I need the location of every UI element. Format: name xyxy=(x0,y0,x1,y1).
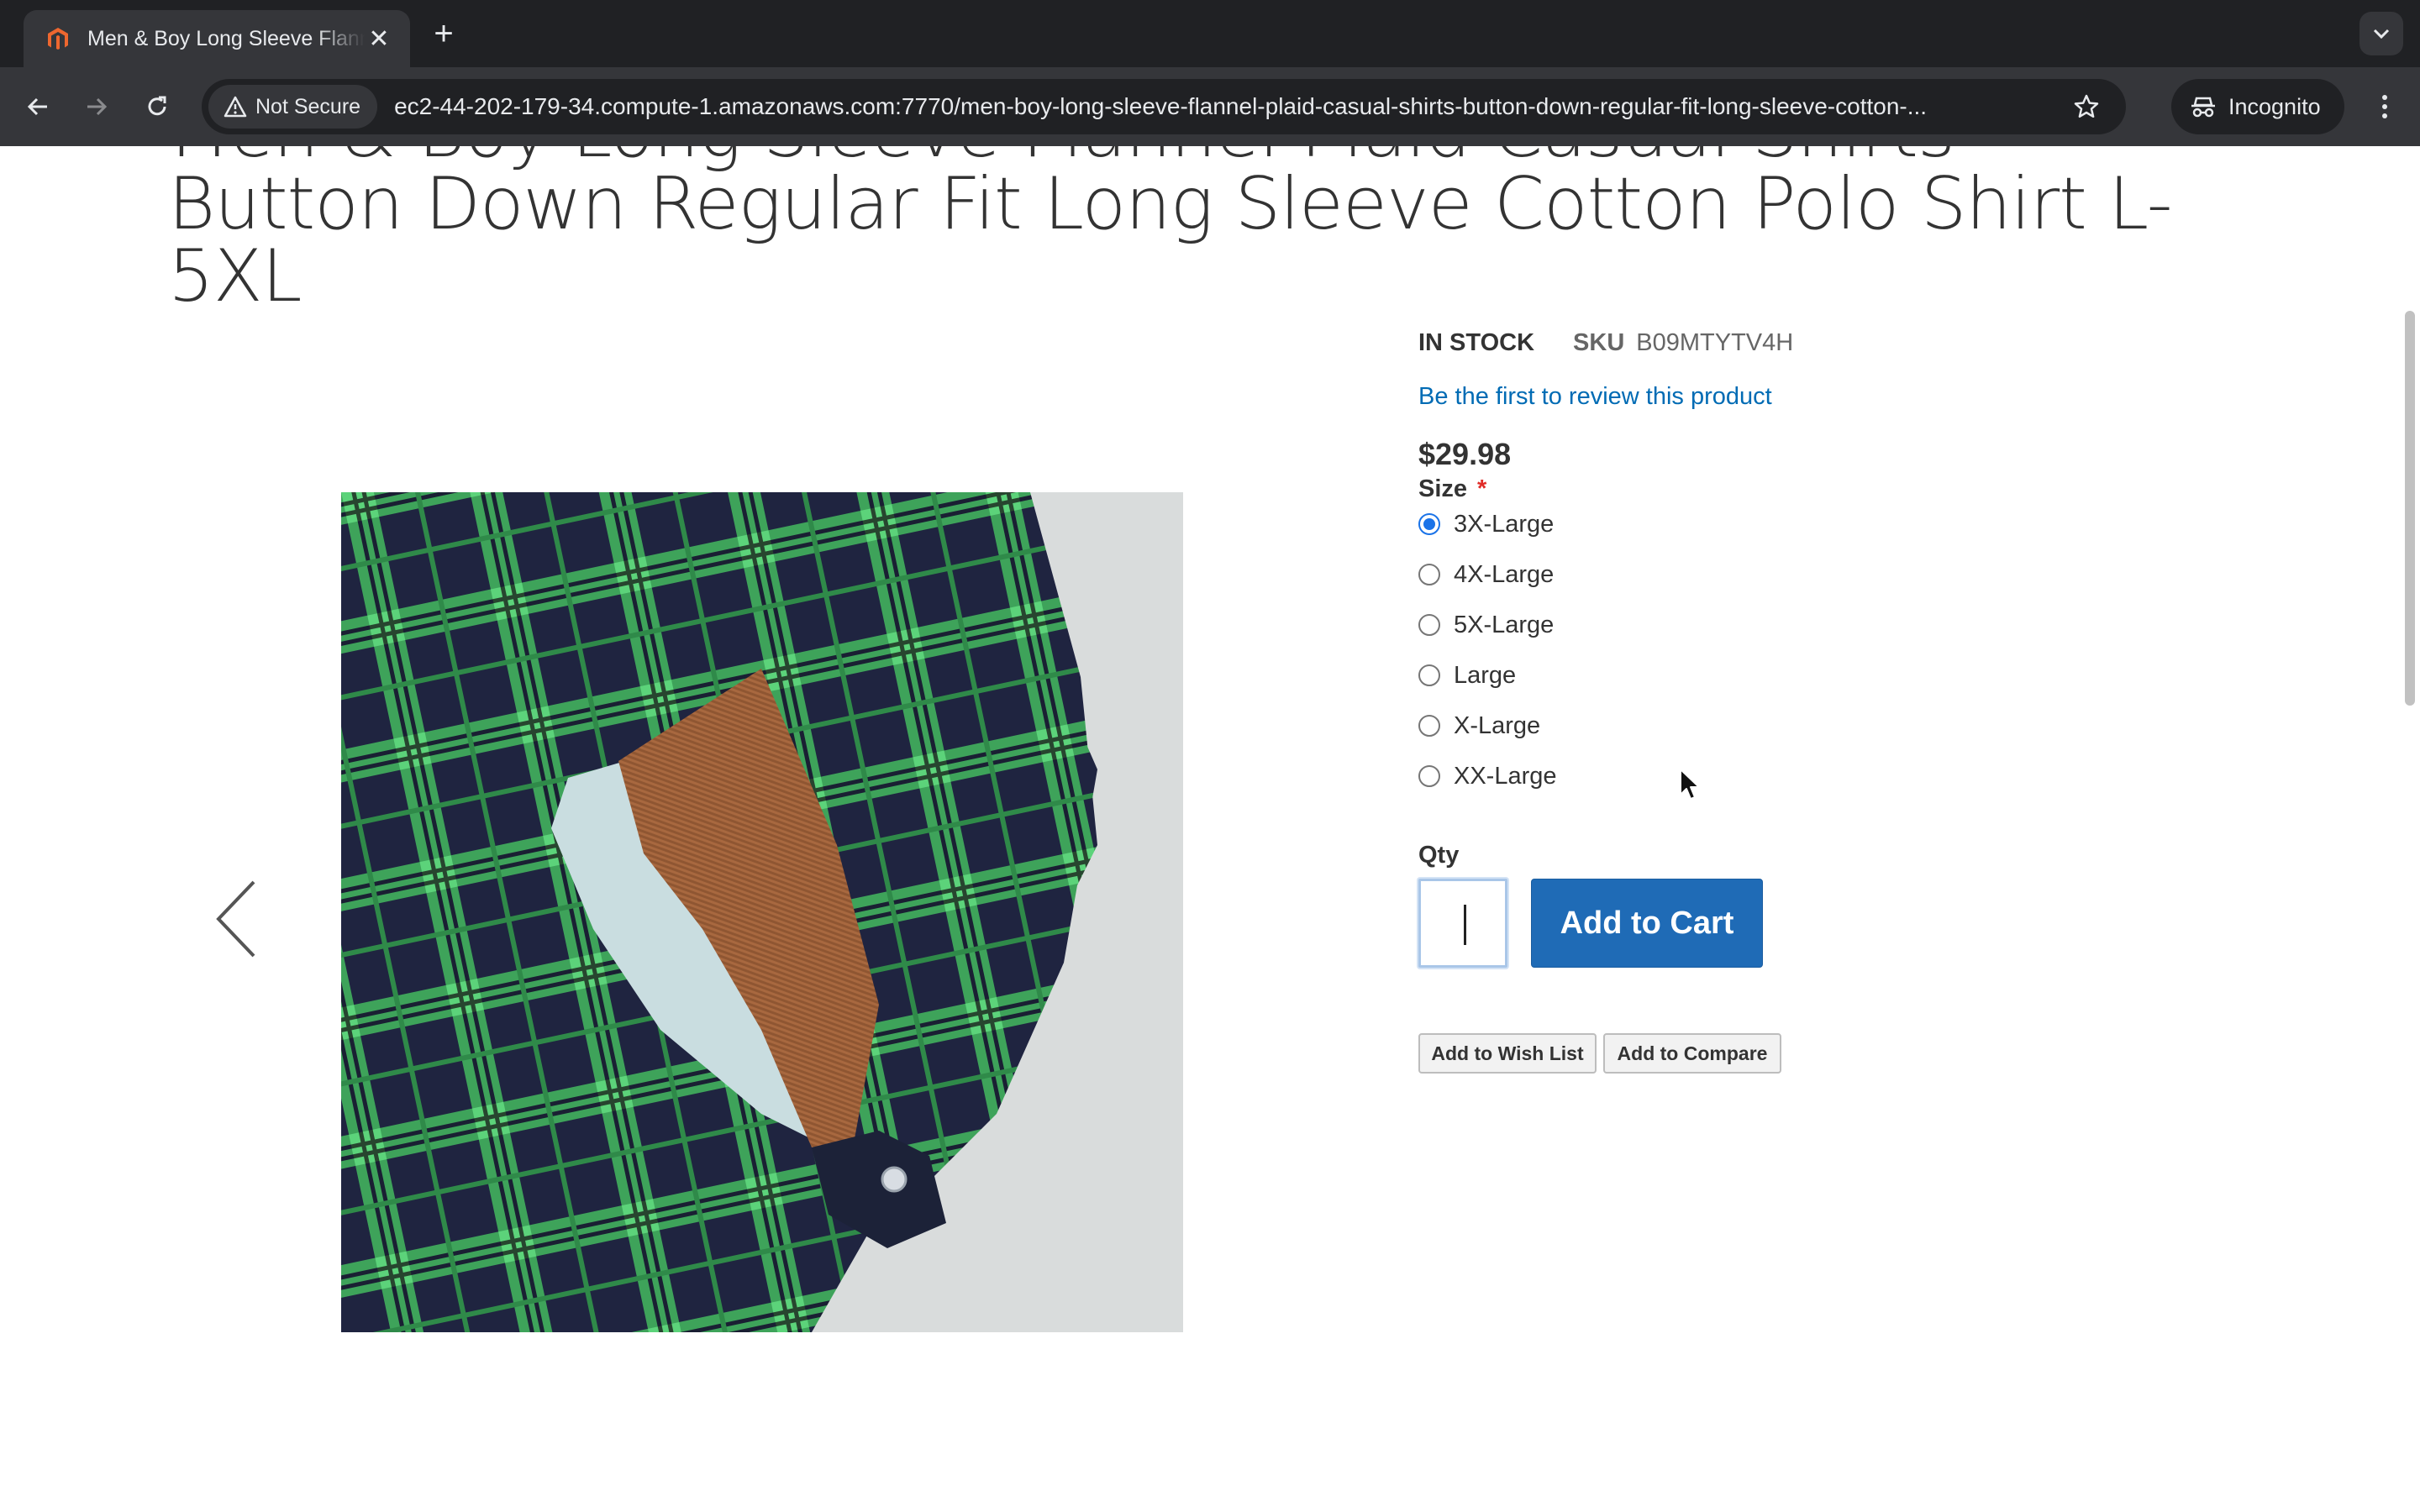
size-option-label[interactable]: X-Large xyxy=(1454,712,1540,740)
tab-title: Men & Boy Long Sleeve Flannel Plaid Casu… xyxy=(87,26,365,50)
add-to-compare-button[interactable]: Add to Compare xyxy=(1603,1033,1781,1074)
size-option-label[interactable]: XX-Large xyxy=(1454,763,1557,790)
page-viewport: Men & Boy Long Sleeve Flannel Plaid Casu… xyxy=(0,146,2420,1512)
stock-status: IN STOCK xyxy=(1418,328,1535,356)
address-bar[interactable]: Not Secure ec2-44-202-179-34.compute-1.a… xyxy=(202,79,2126,134)
product-title: Men & Boy Long Sleeve Flannel Plaid Casu… xyxy=(168,146,2173,318)
mouse-cursor-icon xyxy=(1680,769,1700,800)
qty-label: Qty xyxy=(1418,842,1460,869)
new-tab-button[interactable]: + xyxy=(427,12,460,55)
size-radio[interactable] xyxy=(1418,564,1440,585)
forward-button[interactable] xyxy=(76,86,118,128)
size-radio[interactable] xyxy=(1418,513,1440,535)
tab-search-button[interactable] xyxy=(2360,12,2403,55)
incognito-icon xyxy=(2191,97,2215,118)
qty-input[interactable] xyxy=(1418,879,1507,968)
back-button[interactable] xyxy=(17,86,59,128)
review-link[interactable]: Be the first to review this product xyxy=(1418,383,1772,411)
chevron-left-icon xyxy=(216,880,255,958)
warning-icon xyxy=(224,96,247,118)
product-image[interactable] xyxy=(341,492,1183,1332)
bookmark-button[interactable] xyxy=(2067,87,2106,126)
more-vertical-icon xyxy=(2382,95,2387,118)
size-option-label[interactable]: 4X-Large xyxy=(1454,561,1554,589)
price: $29.98 xyxy=(1418,437,1512,471)
sku-value: B09MTYTV4H xyxy=(1636,328,1794,356)
size-option-label[interactable]: 5X-Large xyxy=(1454,612,1554,639)
size-option-xx-large[interactable]: XX-Large xyxy=(1418,759,1557,793)
add-to-wishlist-button[interactable]: Add to Wish List xyxy=(1418,1033,1597,1074)
browser-tab[interactable]: Men & Boy Long Sleeve Flannel Plaid Casu… xyxy=(24,10,410,67)
size-radio[interactable] xyxy=(1418,765,1440,787)
security-indicator[interactable]: Not Secure xyxy=(208,85,378,129)
gallery-previous-button[interactable] xyxy=(212,877,262,961)
reload-icon xyxy=(148,96,166,116)
security-label: Not Secure xyxy=(255,94,361,118)
star-icon xyxy=(2074,94,2099,118)
sku-label: SKU xyxy=(1573,328,1625,356)
size-option-3x-large[interactable]: 3X-Large xyxy=(1418,507,1554,541)
size-radio[interactable] xyxy=(1418,715,1440,737)
incognito-indicator[interactable]: Incognito xyxy=(2171,79,2344,134)
chevron-down-icon xyxy=(2373,29,2390,39)
arrow-left-icon xyxy=(27,97,47,116)
url-text[interactable]: ec2-44-202-179-34.compute-1.amazonaws.co… xyxy=(394,93,2075,120)
reload-button[interactable] xyxy=(136,86,178,128)
size-option-large[interactable]: Large xyxy=(1418,659,1516,692)
magento-icon xyxy=(48,28,68,50)
size-label: Size * xyxy=(1418,475,1486,503)
size-radio[interactable] xyxy=(1418,664,1440,686)
close-tab-icon[interactable]: ✕ xyxy=(365,24,393,54)
browser-tab-strip: Men & Boy Long Sleeve Flannel Plaid Casu… xyxy=(0,0,2420,67)
size-option-label[interactable]: Large xyxy=(1454,662,1516,690)
size-option-4x-large[interactable]: 4X-Large xyxy=(1418,558,1554,591)
arrow-right-icon xyxy=(87,97,108,116)
stock-sku-row: IN STOCK SKU B09MTYTV4H xyxy=(1418,326,1793,360)
size-option-x-large[interactable]: X-Large xyxy=(1418,709,1540,743)
size-option-label[interactable]: 3X-Large xyxy=(1454,511,1554,538)
incognito-label: Incognito xyxy=(2228,93,2321,119)
size-label-text: Size xyxy=(1418,475,1468,502)
page-scrollbar[interactable] xyxy=(2405,311,2415,706)
required-marker: * xyxy=(1477,475,1487,502)
text-caret xyxy=(1464,905,1466,945)
size-radio[interactable] xyxy=(1418,614,1440,636)
add-to-cart-button[interactable]: Add to Cart xyxy=(1531,879,1763,968)
size-option-5x-large[interactable]: 5X-Large xyxy=(1418,608,1554,642)
browser-menu-button[interactable] xyxy=(2368,86,2402,128)
browser-toolbar: Not Secure ec2-44-202-179-34.compute-1.a… xyxy=(0,67,2420,146)
